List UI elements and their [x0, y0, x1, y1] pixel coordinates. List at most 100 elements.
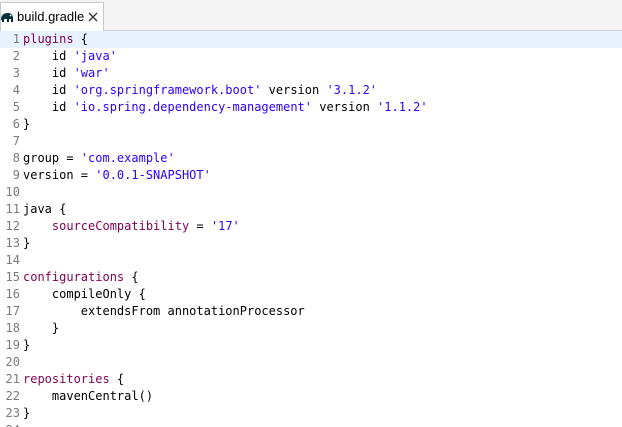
tab-build-gradle[interactable]: build.gradle [0, 2, 104, 31]
line-number: 15 [5, 270, 20, 284]
keyword-token: configurations [23, 270, 125, 284]
code-token: = [189, 219, 211, 233]
line-number: 8 [12, 151, 20, 165]
code-token: group = [23, 151, 81, 165]
keyword-token: sourceCompatibility [51, 219, 190, 233]
code-line[interactable]: 9 version = '0.0.1-SNAPSHOT' [0, 167, 622, 184]
tab-label: build.gradle [17, 9, 85, 24]
line-number: 22 [5, 389, 20, 403]
code-line[interactable]: 3 id 'war' [0, 65, 622, 82]
code-line[interactable]: 6} [0, 116, 622, 133]
string-token: '17' [210, 219, 240, 233]
code-token: { [109, 372, 125, 386]
line-code: configurations { [23, 269, 139, 286]
code-token: compileOnly { [23, 287, 146, 301]
line-number: 17 [5, 304, 20, 318]
code-token: version = [23, 168, 96, 182]
code-line[interactable]: 11 java { [0, 201, 622, 218]
line-code: id 'war' [23, 65, 110, 82]
code-line[interactable]: 23} [0, 405, 622, 422]
line-code: id 'org.springframework.boot' version '3… [23, 82, 377, 99]
line-number: 12 [5, 219, 20, 233]
line-number: 9 [12, 168, 20, 182]
code-editor[interactable]: 1 plugins {2 id 'java' 3 id 'war' 4 id 'org… [0, 31, 622, 427]
string-token: '3.1.2' [326, 83, 378, 97]
line-number: 21 [5, 372, 20, 386]
code-line[interactable]: 16 compileOnly { [0, 286, 622, 303]
line-number: 19 [5, 338, 20, 352]
code-line[interactable]: 2 id 'java' [0, 48, 622, 65]
code-line[interactable]: 17 extendsFrom annotationProcessor [0, 303, 622, 320]
string-token: 'war' [73, 66, 110, 80]
string-token: '0.0.1-SNAPSHOT' [95, 168, 211, 182]
line-number: 14 [5, 253, 20, 267]
keyword-token: plugins [23, 32, 74, 46]
code-line[interactable]: 18 } [0, 320, 622, 337]
line-code: id 'java' [23, 48, 117, 65]
string-token: '1.1.2' [377, 100, 428, 114]
editor-window: build.gradle 1 plugins {2 id 'java' 3 id '… [0, 0, 622, 427]
code-line[interactable]: 21 repositories { [0, 371, 622, 388]
code-line[interactable]: 7 [0, 133, 622, 150]
line-code: id 'io.spring.dependency-management' ver… [23, 99, 428, 116]
code-line[interactable]: 22 mavenCentral() [0, 388, 622, 405]
line-number: 7 [12, 134, 20, 148]
line-number: 3 [12, 66, 20, 80]
gradle-elephant-icon [1, 13, 13, 22]
code-line[interactable]: 15 configurations { [0, 269, 622, 286]
line-code: } [23, 337, 30, 354]
line-number: 16 [5, 287, 20, 301]
string-token: 'io.spring.dependency-management' [73, 100, 312, 114]
line-code: compileOnly { [23, 286, 146, 303]
code-line[interactable]: 24 [0, 422, 622, 427]
code-line[interactable]: 1 plugins { [0, 31, 622, 48]
code-token: { [73, 32, 89, 46]
line-code: version = '0.0.1-SNAPSHOT' [23, 167, 211, 184]
line-number: 4 [12, 83, 20, 97]
code-token: id [23, 66, 74, 80]
line-code: extendsFrom annotationProcessor [23, 303, 305, 320]
code-token: java { [23, 202, 67, 216]
code-token: } [23, 236, 31, 250]
code-line[interactable]: 13} [0, 235, 622, 252]
code-token: } [23, 321, 60, 335]
line-code: java { [23, 201, 66, 218]
code-token: } [23, 406, 31, 420]
code-token: } [23, 338, 31, 352]
line-code: group = 'com.example' [23, 150, 175, 167]
line-code: } [23, 405, 30, 422]
line-code: sourceCompatibility = '17' [23, 218, 240, 235]
code-line[interactable]: 20 [0, 354, 622, 371]
code-token: id [23, 83, 74, 97]
line-code: repositories { [23, 371, 124, 388]
line-code: } [23, 116, 30, 133]
string-token: 'com.example' [80, 151, 175, 165]
line-code: } [23, 320, 59, 337]
line-code: mavenCentral() [23, 388, 153, 405]
code-token: { [124, 270, 139, 284]
tab-bar: build.gradle [0, 0, 622, 31]
code-line[interactable]: 12 sourceCompatibility = '17' [0, 218, 622, 235]
line-number: 24 [0, 422, 20, 427]
code-line[interactable]: 5 id 'io.spring.dependency-management' v… [0, 99, 622, 116]
code-line[interactable]: 10 [0, 184, 622, 201]
line-code: plugins { [23, 31, 88, 48]
line-number: 13 [5, 236, 20, 250]
line-number: 23 [5, 406, 20, 420]
line-number: 6 [12, 117, 20, 131]
string-token: 'org.springframework.boot' [73, 83, 262, 97]
line-number: 20 [5, 355, 20, 369]
line-number: 1 [12, 32, 20, 46]
line-number: 2 [12, 49, 20, 63]
string-token: 'java' [73, 49, 117, 63]
line-code: } [23, 235, 30, 252]
close-icon[interactable] [87, 11, 99, 23]
code-line[interactable]: 8 group = 'com.example' [0, 150, 622, 167]
code-token: version [312, 100, 378, 114]
code-line[interactable]: 14 [0, 252, 622, 269]
code-line[interactable]: 19} [0, 337, 622, 354]
line-number: 5 [12, 100, 20, 114]
code-token: mavenCentral() [23, 389, 154, 403]
code-line[interactable]: 4 id 'org.springframework.boot' version … [0, 82, 622, 99]
